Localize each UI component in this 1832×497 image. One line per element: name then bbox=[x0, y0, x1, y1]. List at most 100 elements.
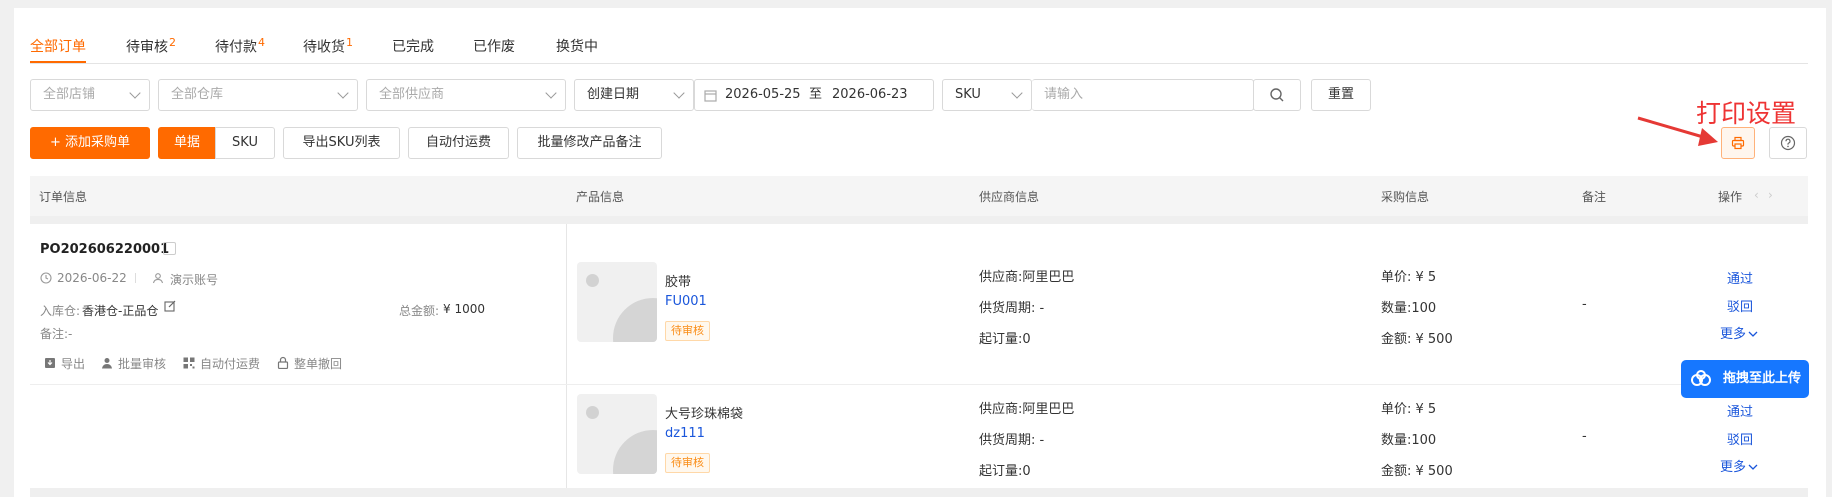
clock-icon bbox=[40, 272, 52, 284]
order-remark: 备注:- bbox=[40, 327, 73, 341]
warehouse-label: 入库仓: bbox=[40, 304, 81, 318]
reject-link[interactable]: 驳回 bbox=[1727, 429, 1753, 448]
active-tab-indicator bbox=[30, 61, 86, 63]
warehouse-select[interactable]: 全部仓库 bbox=[158, 79, 358, 111]
chevron-down-icon bbox=[129, 87, 141, 99]
column-divider bbox=[566, 224, 567, 488]
chevron-down-icon bbox=[1748, 464, 1758, 470]
approve-link[interactable]: 通过 bbox=[1727, 268, 1753, 287]
status-badge: 待审核 bbox=[665, 321, 710, 341]
export-sku-list-button[interactable]: 导出SKU列表 bbox=[283, 127, 400, 159]
column-supplier-info: 供应商信息 bbox=[979, 190, 1040, 204]
reviewer-icon bbox=[102, 358, 112, 369]
column-purchase-info: 采购信息 bbox=[1381, 190, 1430, 204]
unit-price: 单价: ¥ 5 bbox=[1381, 402, 1437, 417]
tab-count: 4 bbox=[258, 36, 265, 49]
help-button[interactable] bbox=[1769, 127, 1807, 159]
table-header: 订单信息 产品信息 供应商信息 采购信息 备注 操作 ‹ › bbox=[30, 176, 1808, 216]
search-icon bbox=[1270, 88, 1284, 102]
scroll-left-icon[interactable]: ‹ bbox=[1754, 188, 1759, 202]
calendar-icon bbox=[704, 90, 717, 102]
auto-pay-freight-button[interactable]: 自动付运费 bbox=[408, 127, 509, 159]
user-icon bbox=[152, 273, 164, 284]
date-range-picker[interactable]: 2026-05-25 至 2026-06-23 bbox=[694, 79, 934, 111]
amount: 金额: ¥ 500 bbox=[1381, 332, 1453, 347]
tab-completed[interactable]: 已完成 bbox=[392, 36, 434, 56]
column-order-info: 订单信息 bbox=[39, 190, 88, 204]
store-select[interactable]: 全部店铺 bbox=[30, 79, 150, 111]
supplier-name: 供应商:阿里巴巴 bbox=[979, 402, 1075, 417]
search-button[interactable] bbox=[1253, 79, 1301, 111]
drag-upload-widget[interactable]: 拖拽至此上传 bbox=[1681, 360, 1809, 398]
product-sku-link[interactable]: FU001 bbox=[665, 294, 707, 309]
tab-voided[interactable]: 已作废 bbox=[473, 36, 515, 56]
search-input[interactable]: 请输入 bbox=[1032, 79, 1254, 111]
chevron-down-icon bbox=[337, 87, 349, 99]
cloud-upload-icon bbox=[1691, 370, 1711, 386]
order-id[interactable]: PO202606220001 bbox=[40, 242, 169, 257]
status-badge: 待审核 bbox=[665, 453, 710, 473]
chevron-down-icon bbox=[1011, 87, 1023, 99]
tab-count: 1 bbox=[346, 36, 353, 49]
scroll-right-icon[interactable]: › bbox=[1768, 188, 1773, 202]
supplier-name: 供应商:阿里巴巴 bbox=[979, 270, 1075, 285]
order-account: 演示账号 bbox=[170, 273, 219, 287]
more-dropdown[interactable]: 更多 bbox=[1720, 456, 1758, 475]
print-settings-button[interactable] bbox=[1721, 127, 1755, 159]
date-from[interactable]: 2026-05-25 bbox=[725, 80, 801, 110]
batch-edit-note-button[interactable]: 批量修改产品备注 bbox=[517, 127, 662, 159]
upload-widget-label: 拖拽至此上传 bbox=[1723, 371, 1802, 386]
row-group-separator bbox=[30, 488, 1808, 497]
lead-time: 供货周期: - bbox=[979, 301, 1045, 316]
column-product-info: 产品信息 bbox=[576, 190, 625, 204]
search-field-select[interactable]: SKU bbox=[942, 79, 1032, 111]
view-sku-toggle[interactable]: SKU bbox=[215, 127, 275, 159]
row-divider bbox=[30, 384, 1808, 385]
edit-icon[interactable] bbox=[164, 300, 176, 312]
product-name: 大号珍珠棉袋 bbox=[665, 407, 744, 422]
grid-icon bbox=[183, 357, 195, 369]
reset-button[interactable]: 重置 bbox=[1311, 79, 1371, 111]
more-dropdown[interactable]: 更多 bbox=[1720, 323, 1758, 342]
row-group-separator bbox=[30, 216, 1808, 224]
product-sku-link[interactable]: dz111 bbox=[665, 426, 705, 441]
approve-link[interactable]: 通过 bbox=[1727, 401, 1753, 420]
product-image-placeholder bbox=[577, 394, 657, 474]
chevron-down-icon bbox=[545, 87, 557, 99]
quantity: 数量:100 bbox=[1381, 433, 1437, 448]
amount: 金额: ¥ 500 bbox=[1381, 464, 1453, 479]
download-icon bbox=[45, 358, 55, 368]
tab-pending-review[interactable]: 待审核2 bbox=[126, 36, 176, 57]
printer-icon bbox=[1731, 136, 1745, 150]
total-amount-value: ¥ 1000 bbox=[443, 302, 485, 316]
date-separator: 至 bbox=[809, 87, 823, 102]
product-name: 胶带 bbox=[665, 275, 692, 290]
product-image-placeholder bbox=[577, 262, 657, 342]
lock-icon bbox=[277, 356, 289, 369]
order-date: 2026-06-22 bbox=[57, 271, 127, 285]
supplier-select[interactable]: 全部供应商 bbox=[366, 79, 566, 111]
tab-pending-payment[interactable]: 待付款4 bbox=[215, 36, 265, 57]
help-icon bbox=[1780, 135, 1796, 151]
view-document-toggle[interactable]: 单据 bbox=[158, 127, 216, 159]
minimum-order-qty: 起订量:0 bbox=[979, 332, 1031, 347]
item-note: - bbox=[1582, 429, 1587, 444]
total-amount-label: 总金额: bbox=[399, 304, 440, 318]
tab-exchanging[interactable]: 换货中 bbox=[556, 36, 598, 56]
add-purchase-order-button[interactable]: + 添加采购单 bbox=[30, 127, 150, 159]
annotation-arrow bbox=[1637, 116, 1718, 146]
column-action: 操作 bbox=[1718, 190, 1743, 204]
column-note: 备注 bbox=[1582, 190, 1607, 204]
chevron-down-icon bbox=[673, 87, 685, 99]
reject-link[interactable]: 驳回 bbox=[1727, 296, 1753, 315]
lead-time: 供货周期: - bbox=[979, 433, 1045, 448]
status-tabs: 全部订单 待审核2 待付款4 待收货1 已完成 已作废 换货中 bbox=[30, 36, 1808, 64]
meta-divider bbox=[135, 273, 136, 283]
item-note: - bbox=[1582, 297, 1587, 312]
date-to[interactable]: 2026-06-23 bbox=[832, 80, 908, 110]
warehouse-value: 香港仓-正品仓 bbox=[82, 304, 159, 318]
order-checkbox[interactable] bbox=[163, 242, 176, 255]
tab-all-orders[interactable]: 全部订单 bbox=[30, 36, 86, 56]
tab-pending-receipt[interactable]: 待收货1 bbox=[303, 36, 353, 57]
date-type-select[interactable]: 创建日期 bbox=[574, 79, 694, 111]
